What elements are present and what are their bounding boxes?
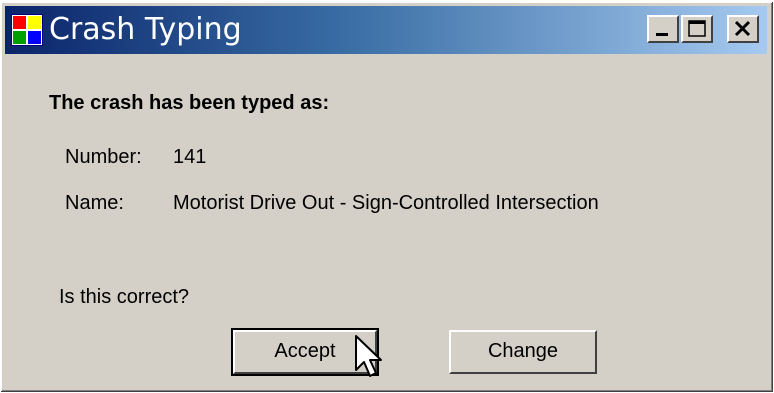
name-label: Name:: [65, 192, 124, 214]
close-button[interactable]: [727, 15, 759, 43]
number-value: 141: [173, 146, 207, 168]
minimize-icon: [656, 33, 668, 36]
mouse-pointer-icon: [355, 335, 382, 377]
title-bar[interactable]: Crash Typing: [5, 6, 767, 54]
crash-typing-window: Crash Typing The crash has been typed as…: [1, 2, 773, 392]
dialog-heading: The crash has been typed as:: [49, 92, 330, 114]
maximize-icon: [688, 20, 706, 37]
minimize-button[interactable]: [647, 15, 679, 43]
maximize-button[interactable]: [681, 15, 713, 43]
number-label: Number:: [65, 146, 142, 168]
app-icon: [11, 14, 43, 46]
name-value: Motorist Drive Out - Sign-Controlled Int…: [173, 192, 599, 214]
change-button[interactable]: Change: [449, 330, 597, 374]
close-icon: [734, 20, 751, 37]
confirmation-question: Is this correct?: [59, 286, 190, 308]
window-title: Crash Typing: [49, 12, 242, 47]
